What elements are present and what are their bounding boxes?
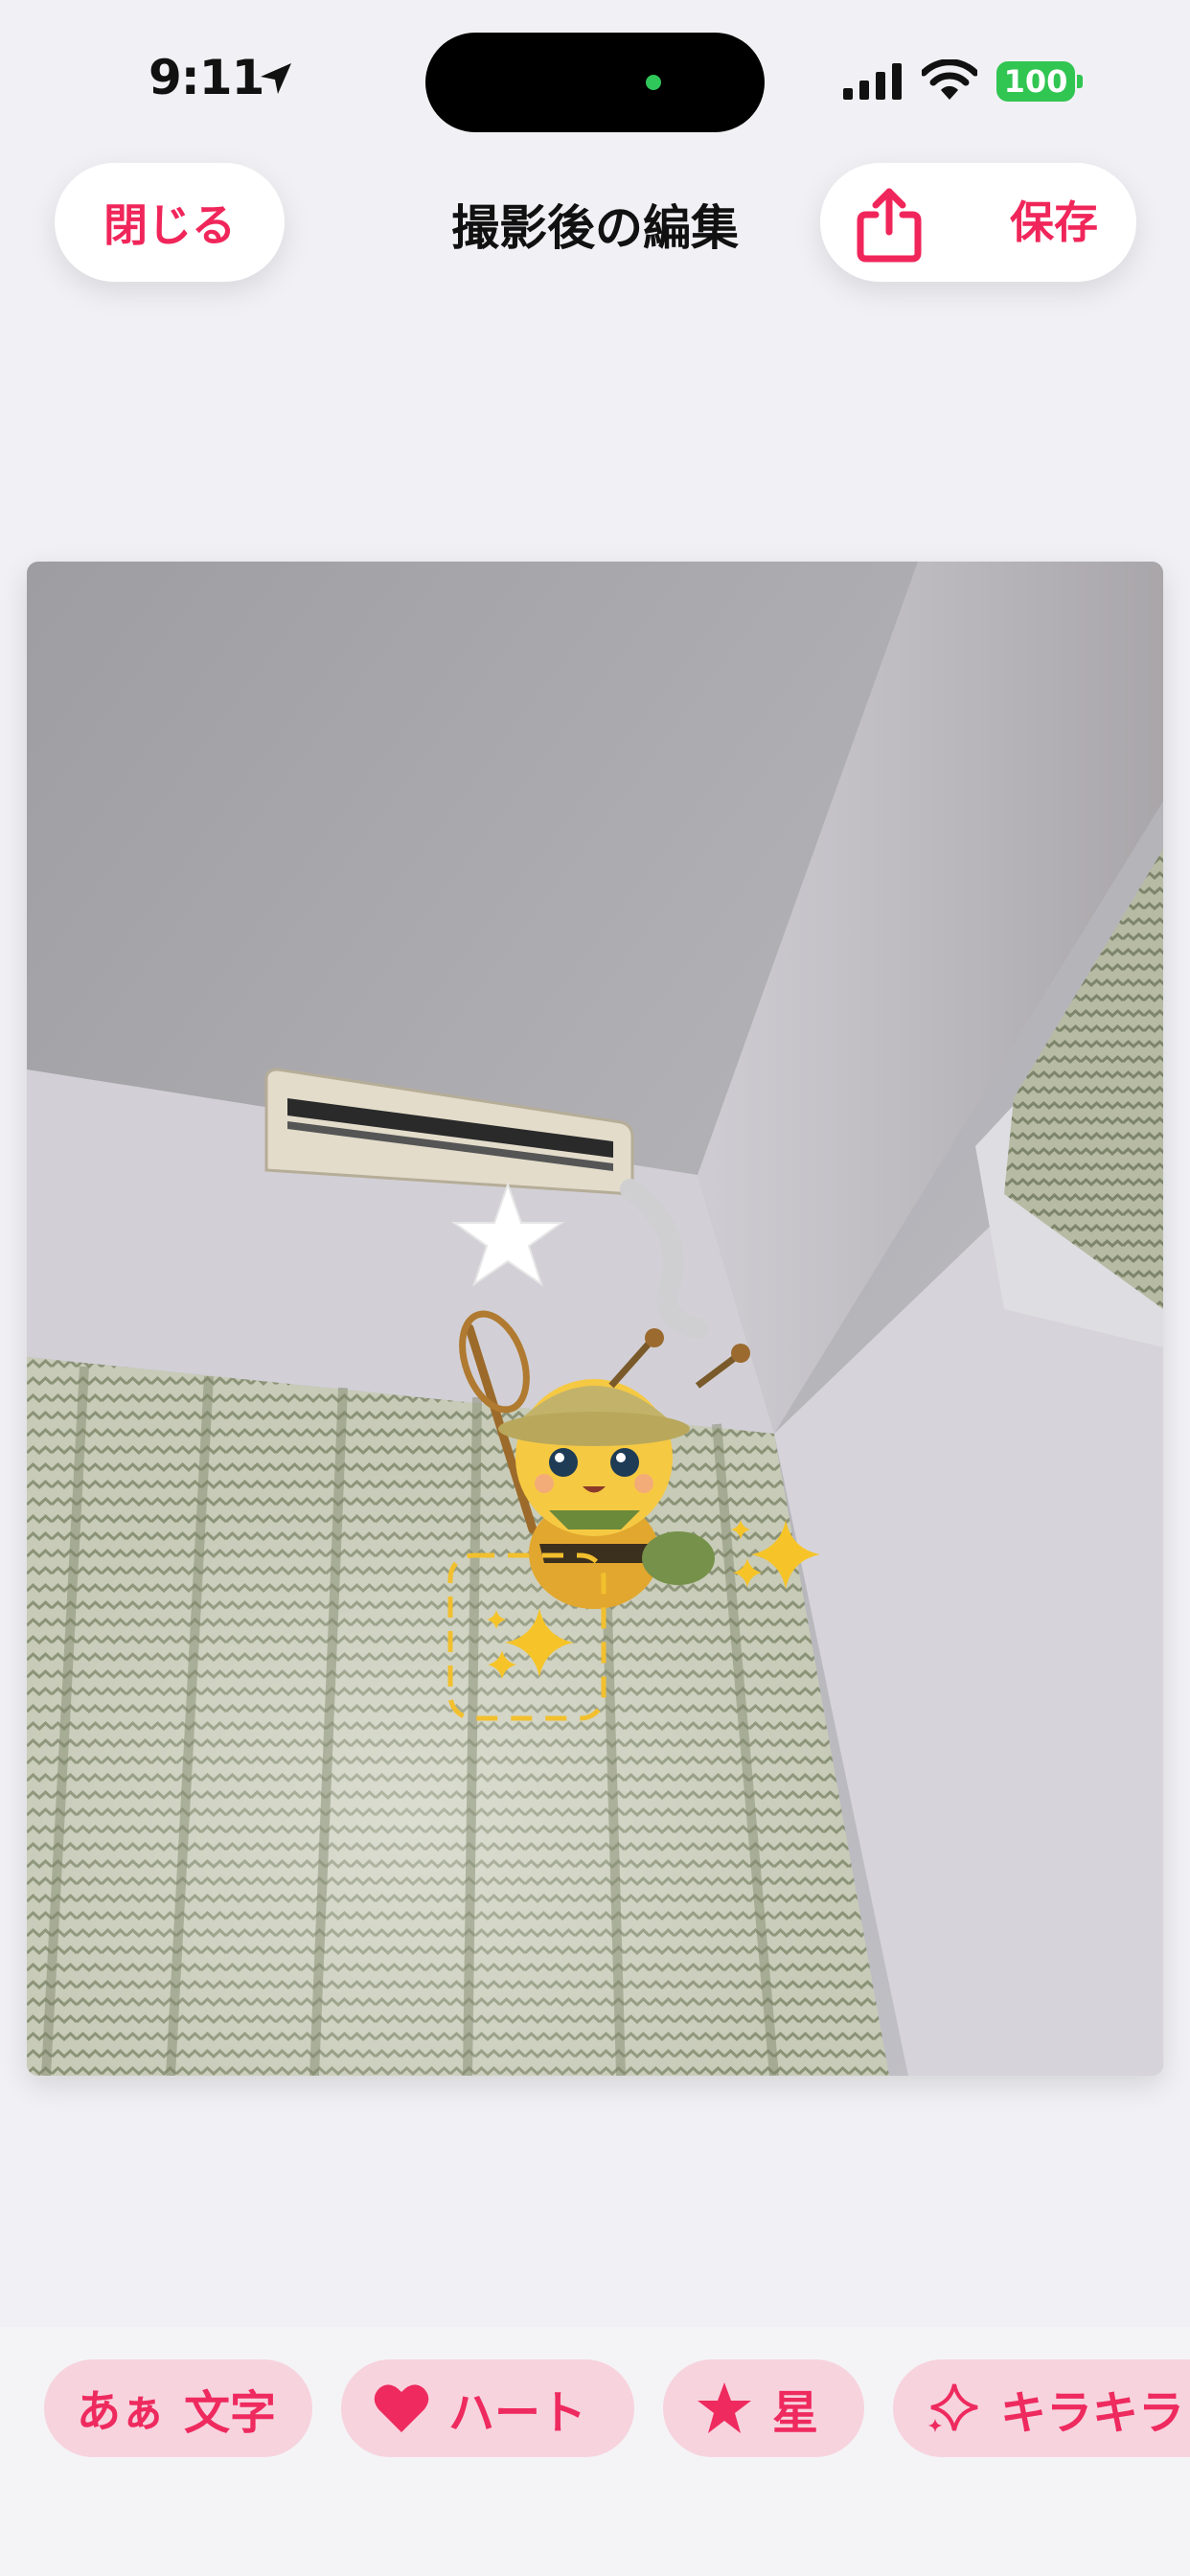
tool-heart-button[interactable]: ハート [341,2359,634,2457]
save-button[interactable]: 保存 [1010,163,1098,282]
battery-indicator: 100 [996,61,1075,102]
tool-text-button[interactable]: あぁ 文字 [44,2359,312,2457]
heart-icon [374,2382,429,2434]
location-arrow-icon [257,59,295,102]
dynamic-island [425,33,765,132]
tool-sparkle-label: キラキラ [1000,2386,1185,2440]
tool-star-button[interactable]: 星 [663,2359,864,2457]
sparkle-icon [926,2380,981,2436]
tool-text-label: 文字 [184,2386,277,2440]
text-tool-icon: あぁ [77,2385,165,2437]
wifi-icon [920,58,979,105]
battery-tip [1077,75,1083,88]
edit-photo-canvas[interactable] [27,562,1163,2076]
status-bar: 9:11 100 [0,0,1190,153]
star-icon [696,2380,753,2436]
cellular-signal-icon [843,63,904,104]
tool-sparkle-button[interactable]: キラキラ [893,2359,1190,2457]
tool-star-label: 星 [772,2386,819,2440]
share-icon[interactable] [855,186,924,273]
status-time: 9:11 [149,50,264,105]
share-save-group: 保存 [820,163,1136,282]
camera-indicator-dot [646,75,661,90]
tool-heart-label: ハート [448,2386,587,2440]
